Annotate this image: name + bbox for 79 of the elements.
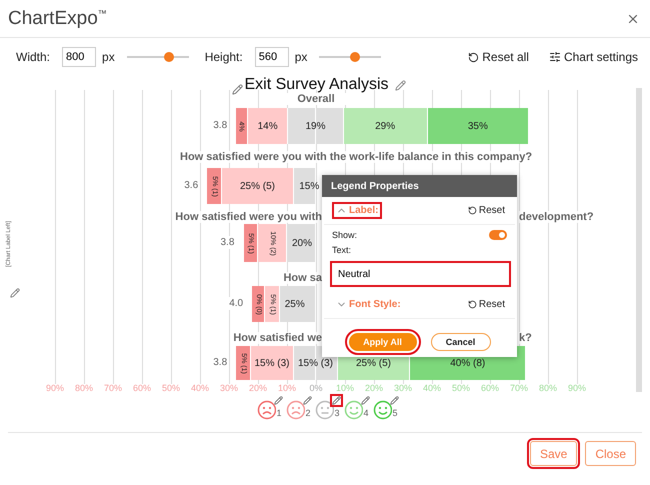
segment-label: 40% (8) <box>450 358 486 368</box>
question-title: How satisfied were you with the work-life balance in this company? <box>180 151 532 163</box>
segment-label: 25% <box>284 298 305 310</box>
segment-label: 15% (3) <box>254 358 290 368</box>
segment-label: 15% <box>299 180 320 192</box>
question-title: k? <box>519 332 532 344</box>
chart-title: Exit Survey Analysis <box>244 76 389 94</box>
field-label: Show: <box>332 230 358 240</box>
question-title: Overall <box>286 93 346 105</box>
question-title: How sa <box>283 272 322 284</box>
pencil-icon[interactable] <box>232 84 243 95</box>
field-label: Width: <box>16 50 50 64</box>
text-input[interactable]: Neutral <box>330 261 511 287</box>
scrollbar[interactable] <box>636 88 642 392</box>
axis-tick-label: 40% <box>191 383 209 393</box>
slider-thumb[interactable] <box>350 52 360 62</box>
window-title: ChartExpo$^{™}$ <box>8 8 107 30</box>
question-title: How satisfied were you with <box>175 211 322 223</box>
axis-tick-label: 80% <box>539 383 557 393</box>
axis-tick-label: 30% <box>394 383 412 393</box>
legend-edit-button[interactable] <box>330 394 342 407</box>
legend-label: 2 <box>305 408 310 418</box>
legend-edit-button[interactable] <box>272 394 284 407</box>
field-label: Height: <box>204 50 243 64</box>
reset-icon <box>468 300 477 309</box>
legend-label: 5 <box>392 408 398 418</box>
axis-tick-label: 10% <box>278 383 296 393</box>
legend-label: 4 <box>363 408 368 418</box>
axis-tick-label: 30% <box>220 383 238 393</box>
reset-icon <box>468 206 477 215</box>
bar-segment <box>252 286 266 322</box>
segment-label: 25% (5) <box>240 180 275 192</box>
height-input[interactable]: 560 <box>254 47 289 67</box>
reset-icon <box>468 52 480 62</box>
dialog-title: Legend Properties <box>322 175 517 197</box>
question-title: development? <box>519 211 594 223</box>
slider-thumb[interactable] <box>164 52 174 62</box>
axis-tick-label: 80% <box>75 383 93 393</box>
segment-label: 15% (3) <box>298 358 333 368</box>
settings-icon <box>548 51 561 63</box>
segment-label: 29% <box>375 120 396 132</box>
chart-settings-button[interactable]: Chart settings <box>548 50 638 64</box>
axis-tick-label: 70% <box>510 383 528 393</box>
axis-tick-label: 50% <box>452 383 470 393</box>
axis-tick-label: 0% <box>310 383 322 393</box>
legend-edit-button[interactable] <box>388 394 400 407</box>
segment-label: 25% (5) <box>356 358 391 368</box>
field-label: Text: <box>332 245 352 255</box>
axis-tick-label: 40% <box>423 383 441 393</box>
average-score: 4.0 <box>227 297 246 310</box>
segment-label: 14% <box>258 120 278 132</box>
show-toggle[interactable] <box>489 230 507 240</box>
legend-edit-button[interactable] <box>358 394 372 407</box>
width-input[interactable]: 800 <box>62 47 96 67</box>
axis-tick-label: 60% <box>133 383 151 393</box>
legend-label: 3 <box>334 408 340 418</box>
average-score: 3.8 <box>218 236 236 249</box>
cancel-button[interactable]: Cancel <box>430 333 490 351</box>
axis-tick-label: 90% <box>568 383 586 393</box>
question-title: How satisfied we <box>233 332 322 344</box>
reset-button[interactable]: Reset <box>468 299 505 310</box>
axis-tick-label: 20% <box>249 383 267 393</box>
axis-tick-label: 50% <box>162 383 180 393</box>
axis-tick-label: 10% <box>336 383 354 393</box>
axis-tick-label: 60% <box>481 383 499 393</box>
legend-edit-button[interactable] <box>300 394 314 407</box>
pencil-icon[interactable] <box>394 80 406 90</box>
axis-tick-label: 70% <box>104 383 122 393</box>
legend-label: 1 <box>276 408 282 418</box>
pencil-icon[interactable] <box>10 288 20 298</box>
reset-all-button[interactable]: Reset all <box>468 50 529 64</box>
unit-label: px <box>294 50 308 64</box>
axis-tick-label: 20% <box>365 383 383 393</box>
axis-tick-label: 90% <box>46 383 64 393</box>
segment-label: 35% <box>468 120 488 132</box>
segment-label: 20% <box>292 238 312 248</box>
segment-label: 19% <box>305 120 326 132</box>
unit-label: px <box>102 50 115 64</box>
reset-button[interactable]: Reset <box>468 205 505 216</box>
